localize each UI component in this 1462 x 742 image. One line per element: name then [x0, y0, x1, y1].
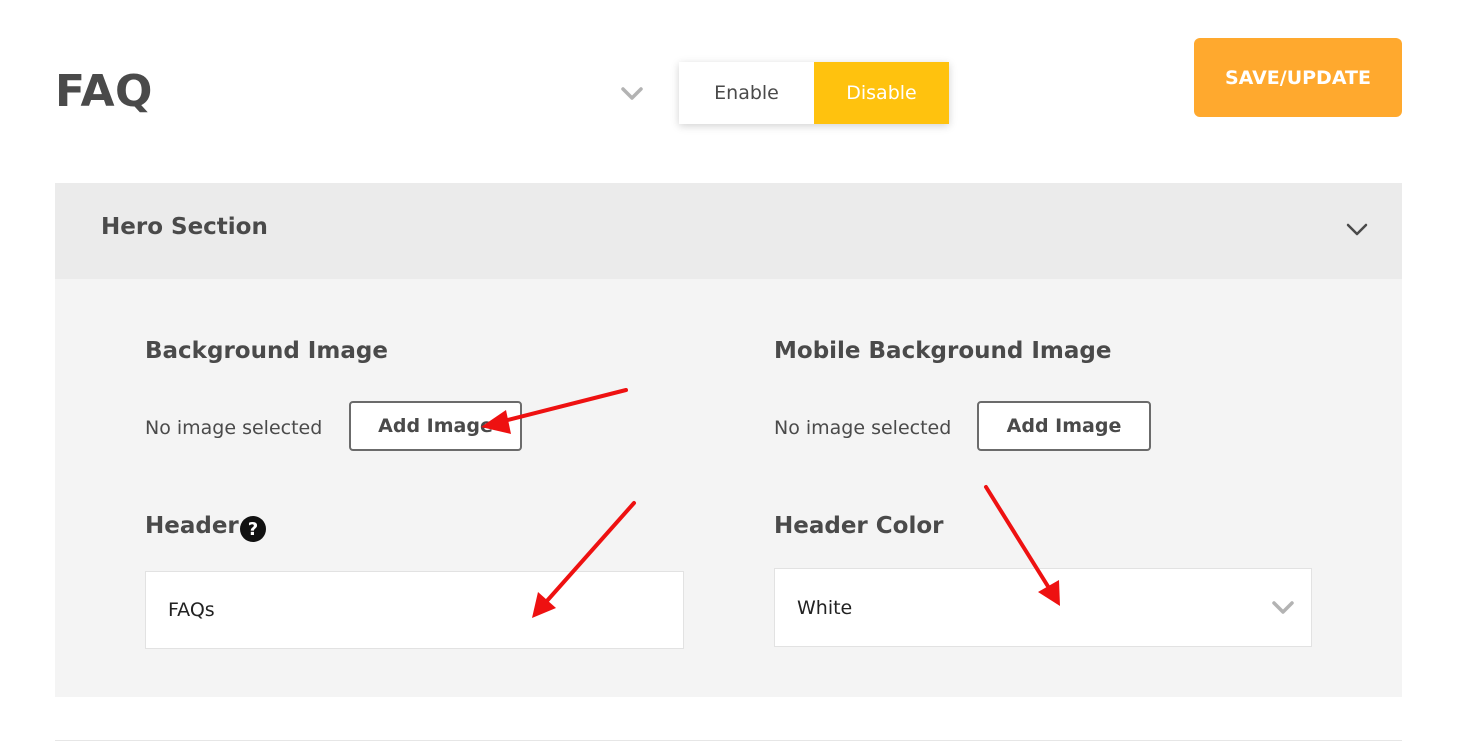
visibility-toggle: Enable Disable	[679, 62, 949, 124]
background-image-status: No image selected	[145, 417, 323, 439]
chevron-down-icon[interactable]	[620, 84, 644, 104]
header-label: Header	[145, 513, 239, 539]
save-update-button[interactable]: SAVE/UPDATE	[1194, 38, 1402, 117]
background-image-label: Background Image	[145, 338, 388, 364]
page-title: FAQ	[55, 66, 153, 117]
help-icon[interactable]: ?	[240, 516, 266, 542]
disable-option[interactable]: Disable	[814, 62, 949, 124]
mobile-background-image-label: Mobile Background Image	[774, 338, 1112, 364]
section-title: Hero Section	[101, 214, 268, 240]
enable-option[interactable]: Enable	[679, 62, 814, 124]
chevron-down-icon	[1272, 601, 1294, 614]
mobile-background-image-status: No image selected	[774, 417, 952, 439]
header-input[interactable]: FAQs	[145, 571, 684, 649]
chevron-down-icon[interactable]	[1344, 218, 1370, 240]
divider	[55, 740, 1402, 741]
add-background-image-button[interactable]: Add Image	[349, 401, 522, 451]
header-color-select[interactable]: White	[774, 568, 1312, 647]
add-mobile-background-image-button[interactable]: Add Image	[977, 401, 1151, 451]
header-color-label: Header Color	[774, 513, 944, 539]
